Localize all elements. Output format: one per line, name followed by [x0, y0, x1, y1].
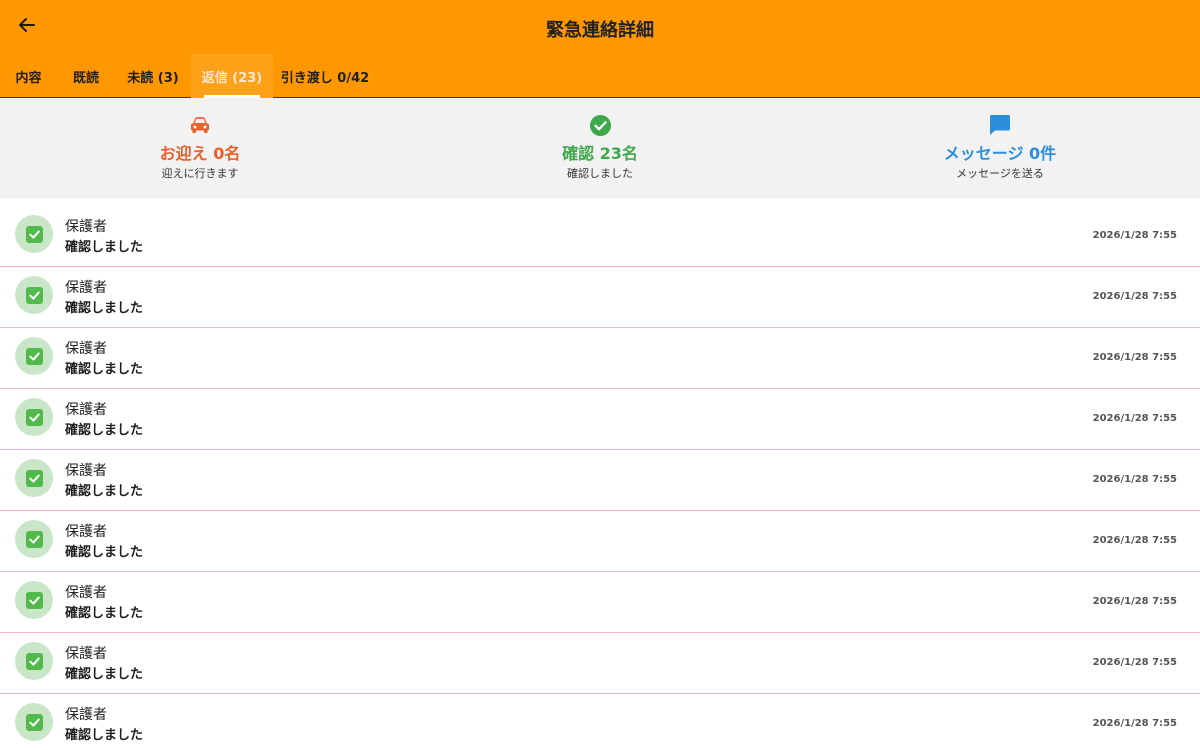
- pickup-count: お迎え 0名: [159, 144, 241, 163]
- reply-row[interactable]: 保護者 確認しました 2026/1/28 7:55: [0, 511, 1200, 572]
- reply-name: 保護者: [65, 341, 107, 357]
- reply-status: 確認しました: [65, 667, 144, 682]
- tab-replies[interactable]: 返信 (23): [191, 54, 273, 98]
- avatar: [15, 398, 53, 436]
- pickup-label: 迎えに行きます: [161, 167, 239, 180]
- reply-status: 確認しました: [65, 484, 144, 499]
- tab-handover[interactable]: 引き渡し 0/42: [273, 54, 377, 98]
- reply-timestamp: 2026/1/28 7:55: [1092, 413, 1177, 424]
- reply-status: 確認しました: [65, 240, 144, 255]
- confirm-label: 確認しました: [567, 167, 633, 180]
- reply-row[interactable]: 保護者 確認しました 2026/1/28 7:55: [0, 633, 1200, 694]
- confirm-count: 確認 23名: [562, 144, 638, 163]
- tab-unread[interactable]: 未読 (3): [115, 54, 191, 98]
- reply-name: 保護者: [65, 524, 107, 540]
- checked-box-icon: [25, 408, 43, 426]
- reply-timestamp: 2026/1/28 7:55: [1092, 535, 1177, 546]
- app-header: 緊急連絡詳細 内容 既読 未読 (3) 返信 (23) 引き渡し 0/42: [0, 0, 1200, 98]
- reply-summary: お迎え 0名 迎えに行きます 確認 23名 確認しました メッセージ 0件 メッ…: [0, 98, 1200, 198]
- message-label: メッセージを送る: [956, 167, 1044, 180]
- summary-pickup[interactable]: お迎え 0名 迎えに行きます: [0, 98, 400, 198]
- checked-box-icon: [25, 652, 43, 670]
- reply-name: 保護者: [65, 219, 107, 235]
- checked-box-icon: [25, 469, 43, 487]
- summary-confirm[interactable]: 確認 23名 確認しました: [400, 98, 800, 198]
- reply-name: 保護者: [65, 585, 107, 601]
- app-root: 緊急連絡詳細 内容 既読 未読 (3) 返信 (23) 引き渡し 0/42 お迎…: [0, 0, 1200, 750]
- avatar: [15, 520, 53, 558]
- reply-status: 確認しました: [65, 423, 144, 438]
- reply-status: 確認しました: [65, 362, 144, 377]
- reply-row[interactable]: 保護者 確認しました 2026/1/28 7:55: [0, 694, 1200, 750]
- checked-box-icon: [25, 225, 43, 243]
- reply-list: 保護者 確認しました 2026/1/28 7:55 保護者 確認しました 202…: [0, 206, 1200, 750]
- reply-timestamp: 2026/1/28 7:55: [1092, 474, 1177, 485]
- avatar: [15, 215, 53, 253]
- avatar: [15, 337, 53, 375]
- checked-box-icon: [25, 347, 43, 365]
- reply-row[interactable]: 保護者 確認しました 2026/1/28 7:55: [0, 572, 1200, 633]
- reply-row[interactable]: 保護者 確認しました 2026/1/28 7:55: [0, 267, 1200, 328]
- avatar: [15, 581, 53, 619]
- reply-name: 保護者: [65, 646, 107, 662]
- reply-row[interactable]: 保護者 確認しました 2026/1/28 7:55: [0, 328, 1200, 389]
- reply-name: 保護者: [65, 402, 107, 418]
- reply-row[interactable]: 保護者 確認しました 2026/1/28 7:55: [0, 389, 1200, 450]
- reply-row[interactable]: 保護者 確認しました 2026/1/28 7:55: [0, 450, 1200, 511]
- tab-bar: 内容 既読 未読 (3) 返信 (23) 引き渡し 0/42: [0, 54, 377, 98]
- avatar: [15, 642, 53, 680]
- reply-status: 確認しました: [65, 301, 144, 316]
- reply-timestamp: 2026/1/28 7:55: [1092, 230, 1177, 241]
- reply-timestamp: 2026/1/28 7:55: [1092, 352, 1177, 363]
- checked-box-icon: [25, 591, 43, 609]
- reply-status: 確認しました: [65, 728, 144, 743]
- reply-row[interactable]: 保護者 確認しました 2026/1/28 7:55: [0, 206, 1200, 267]
- checked-box-icon: [25, 530, 43, 548]
- reply-timestamp: 2026/1/28 7:55: [1092, 291, 1177, 302]
- reply-status: 確認しました: [65, 545, 144, 560]
- check-circle-icon: [587, 112, 613, 138]
- reply-name: 保護者: [65, 707, 107, 723]
- reply-timestamp: 2026/1/28 7:55: [1092, 596, 1177, 607]
- chat-bubble-icon: [987, 112, 1013, 138]
- tab-read[interactable]: 既読: [57, 54, 115, 98]
- avatar: [15, 276, 53, 314]
- checked-box-icon: [25, 286, 43, 304]
- page-title: 緊急連絡詳細: [546, 20, 654, 41]
- reply-timestamp: 2026/1/28 7:55: [1092, 657, 1177, 668]
- summary-message[interactable]: メッセージ 0件 メッセージを送る: [800, 98, 1200, 198]
- reply-timestamp: 2026/1/28 7:55: [1092, 718, 1177, 729]
- avatar: [15, 703, 53, 741]
- car-icon: [187, 112, 213, 138]
- reply-status: 確認しました: [65, 606, 144, 621]
- avatar: [15, 459, 53, 497]
- reply-name: 保護者: [65, 463, 107, 479]
- checked-box-icon: [25, 713, 43, 731]
- reply-name: 保護者: [65, 280, 107, 296]
- tab-content[interactable]: 内容: [0, 54, 57, 98]
- message-count: メッセージ 0件: [943, 144, 1057, 163]
